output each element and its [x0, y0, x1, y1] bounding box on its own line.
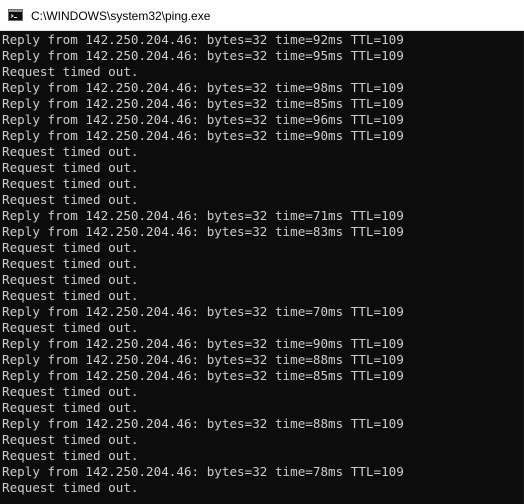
console-window: C:\WINDOWS\system32\ping.exe Reply from … [0, 0, 524, 504]
console-line: Request timed out. [2, 256, 139, 271]
console-line: Request timed out. [2, 384, 139, 399]
console-line: Request timed out. [2, 176, 139, 191]
console-line: Reply from 142.250.204.46: bytes=32 time… [2, 464, 404, 479]
console-line: Request timed out. [2, 272, 139, 287]
console-line: Reply from 142.250.204.46: bytes=32 time… [2, 96, 404, 111]
console-line: Reply from 142.250.204.46: bytes=32 time… [2, 208, 404, 223]
console-line: Request timed out. [2, 144, 139, 159]
console-line: Request timed out. [2, 288, 139, 303]
console-app-icon [8, 9, 23, 21]
title-bar[interactable]: C:\WINDOWS\system32\ping.exe [0, 0, 524, 31]
console-line: Request timed out. [2, 160, 139, 175]
console-line: Reply from 142.250.204.46: bytes=32 time… [2, 368, 404, 383]
console-line: Reply from 142.250.204.46: bytes=32 time… [2, 112, 404, 127]
console-line: Request timed out. [2, 448, 139, 463]
window-title: C:\WINDOWS\system32\ping.exe [31, 9, 211, 23]
console-line: Request timed out. [2, 432, 139, 447]
console-line: Request timed out. [2, 240, 139, 255]
console-line: Request timed out. [2, 64, 139, 79]
console-line: Reply from 142.250.204.46: bytes=32 time… [2, 352, 404, 367]
console-output[interactable]: Reply from 142.250.204.46: bytes=32 time… [0, 31, 524, 504]
console-line: Reply from 142.250.204.46: bytes=32 time… [2, 416, 404, 431]
console-line: Request timed out. [2, 320, 139, 335]
console-line: Reply from 142.250.204.46: bytes=32 time… [2, 80, 404, 95]
console-line: Request timed out. [2, 400, 139, 415]
console-line: Reply from 142.250.204.46: bytes=32 time… [2, 128, 404, 143]
console-lines: Reply from 142.250.204.46: bytes=32 time… [2, 32, 404, 496]
console-line: Reply from 142.250.204.46: bytes=32 time… [2, 48, 404, 63]
console-line: Reply from 142.250.204.46: bytes=32 time… [2, 336, 404, 351]
console-line: Request timed out. [2, 192, 139, 207]
console-line: Reply from 142.250.204.46: bytes=32 time… [2, 32, 404, 47]
console-line: Reply from 142.250.204.46: bytes=32 time… [2, 304, 404, 319]
console-line: Reply from 142.250.204.46: bytes=32 time… [2, 224, 404, 239]
console-line: Request timed out. [2, 480, 139, 495]
